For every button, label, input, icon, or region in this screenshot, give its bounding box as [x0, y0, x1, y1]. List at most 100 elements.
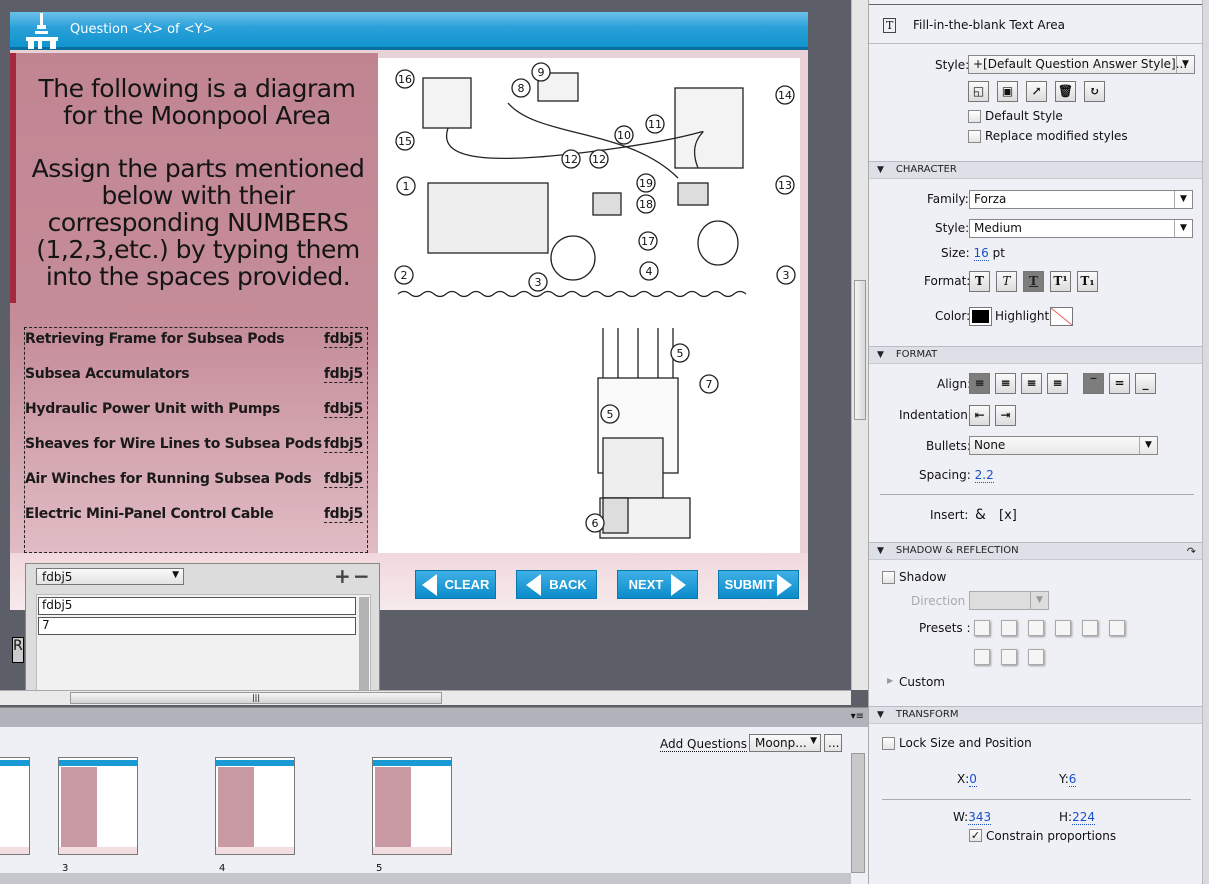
align-justify-icon[interactable]: ≡ [1047, 373, 1068, 394]
new-style-icon[interactable]: ◱ [968, 81, 989, 102]
default-style-checkbox[interactable] [968, 110, 981, 123]
answer-blank[interactable]: fdbj5 [323, 401, 363, 418]
lock-size-checkbox[interactable] [882, 737, 895, 750]
answer-blank[interactable]: fdbj5 [323, 331, 363, 348]
clear-button[interactable]: CLEAR [415, 570, 496, 599]
add-questions-link[interactable]: Add Questions [660, 737, 747, 752]
shadow-preset[interactable] [1109, 620, 1125, 636]
text-color-swatch[interactable] [969, 307, 992, 326]
bullets-select[interactable]: None ▼ [969, 436, 1158, 455]
insert-symbol-icon[interactable]: & [975, 507, 986, 523]
shadow-checkbox[interactable] [882, 571, 895, 584]
style-label: Style: [935, 58, 970, 72]
replace-modified-checkbox[interactable] [968, 130, 981, 143]
align-middle-icon[interactable]: = [1109, 373, 1130, 394]
outdent-icon[interactable]: ⇤ [969, 405, 990, 426]
bold-icon[interactable]: T [969, 271, 990, 292]
y-row: Y:6 [1059, 772, 1077, 787]
section-format[interactable]: ▼ FORMAT [869, 346, 1202, 364]
apply-style-icon[interactable]: ↗ [1026, 81, 1047, 102]
align-top-icon[interactable]: ‾ [1083, 373, 1104, 394]
shadow-preset[interactable] [1001, 620, 1017, 636]
panel-tabs-edge [869, 0, 1209, 5]
shadow-preset[interactable] [1028, 620, 1044, 636]
custom-label[interactable]: Custom [899, 675, 945, 689]
underline-icon[interactable]: T [1023, 271, 1044, 292]
stage-vertical-scrollbar[interactable] [851, 0, 868, 690]
answer-blank[interactable]: fdbj5 [323, 366, 363, 383]
align-right-icon[interactable]: ≡ [1021, 373, 1042, 394]
answer-blank[interactable]: fdbj5 [323, 471, 363, 488]
fill-in-blank-text-area[interactable]: Retrieving Frame for Subsea Pods fdbj5 Sub… [24, 327, 368, 553]
panel-menu-icon[interactable]: ▾≡ [851, 711, 864, 722]
callout-number: 15 [398, 135, 412, 148]
filmstrip-scrollbar[interactable] [851, 753, 865, 873]
section-shadow-reflection[interactable]: ▼ SHADOW & REFLECTION ↷ [869, 542, 1202, 560]
answer-blank[interactable]: fdbj5 [323, 506, 363, 523]
h-value[interactable]: 224 [1072, 810, 1095, 825]
scroll-thumb[interactable] [854, 280, 866, 420]
answer-entry[interactable]: 7 [38, 617, 356, 635]
offstage-object[interactable]: R [12, 637, 24, 663]
shadow-preset[interactable] [974, 620, 990, 636]
answer-entry[interactable]: fdbj5 [38, 597, 356, 615]
italic-icon[interactable]: T [996, 271, 1017, 292]
font-family-select[interactable]: Forza ▼ [969, 190, 1193, 209]
align-center-icon[interactable]: ≡ [995, 373, 1016, 394]
answer-select[interactable]: fdbj5 ▼ [36, 568, 184, 585]
shadow-preset[interactable] [974, 649, 990, 665]
pool-select[interactable]: Moonp... ▼ [749, 734, 821, 752]
remove-icon[interactable]: − [353, 564, 370, 588]
question-panel: The following is a diagram for the Moonp… [10, 53, 378, 553]
subscript-icon[interactable]: T₁ [1077, 271, 1098, 292]
slide-thumbnail[interactable] [0, 757, 30, 855]
section-title: SHADOW & REFLECTION [895, 545, 1019, 556]
stage-horizontal-scrollbar[interactable]: ||| [0, 690, 851, 705]
size-label: Size: [941, 246, 970, 260]
x-value[interactable]: 0 [969, 772, 977, 787]
shadow-preset[interactable] [1001, 649, 1017, 665]
panel-scrollbar[interactable] [1202, 0, 1209, 884]
constrain-proportions-checkbox[interactable]: ✓ [969, 829, 982, 842]
shadow-preset[interactable] [1055, 620, 1071, 636]
submit-label: SUBMIT [724, 577, 775, 592]
back-button[interactable]: BACK [516, 570, 597, 599]
popup-scrollbar[interactable] [359, 597, 369, 690]
font-family-value: Forza [974, 192, 1007, 206]
slide-thumbnail[interactable] [372, 757, 452, 855]
scroll-thumb[interactable]: ||| [70, 692, 442, 704]
w-value[interactable]: 343 [968, 810, 992, 825]
y-value[interactable]: 6 [1068, 772, 1077, 787]
size-value[interactable]: 16 [973, 246, 989, 261]
expand-icon[interactable]: ▶ [887, 676, 893, 685]
superscript-icon[interactable]: T¹ [1050, 271, 1071, 292]
more-button[interactable]: ... [824, 734, 842, 752]
direction-select[interactable]: ▼ [969, 591, 1049, 610]
slide-thumbnail[interactable] [215, 757, 295, 855]
shadow-preset[interactable] [1082, 620, 1098, 636]
spacing-value[interactable]: 2.2 [974, 468, 994, 483]
font-style-select[interactable]: Medium ▼ [969, 219, 1193, 238]
section-transform[interactable]: ▼ TRANSFORM [869, 706, 1202, 724]
shadow-preset[interactable] [1028, 649, 1044, 665]
delete-style-icon[interactable]: 🗑 [1055, 81, 1076, 102]
next-button[interactable]: NEXT [617, 570, 698, 599]
save-style-icon[interactable]: ▣ [997, 81, 1018, 102]
insert-variable-icon[interactable]: [x] [999, 508, 1017, 523]
reset-style-icon[interactable]: ↻ [1084, 81, 1105, 102]
align-left-icon[interactable]: ≡ [969, 373, 990, 394]
submit-button[interactable]: SUBMIT [718, 570, 799, 599]
section-character[interactable]: ▼ CHARACTER [869, 161, 1202, 179]
add-icon[interactable]: + [334, 564, 351, 588]
reset-icon[interactable]: ↷ [1187, 545, 1196, 558]
slide-thumbnail[interactable] [58, 757, 138, 855]
highlight-color-swatch[interactable] [1050, 307, 1073, 326]
slide[interactable]: Question <X> of <Y> The following is a d… [10, 12, 808, 610]
arrow-right-icon [777, 573, 793, 596]
style-select[interactable]: +[Default Question Answer Style]... ▼ [968, 55, 1195, 74]
filmstrip-hscrollbar[interactable] [0, 873, 851, 884]
align-bottom-icon[interactable]: _ [1135, 373, 1156, 394]
answer-blank[interactable]: fdbj5 [323, 436, 363, 453]
chevron-down-icon: ▼ [1174, 220, 1192, 237]
indent-icon[interactable]: ⇥ [995, 405, 1016, 426]
